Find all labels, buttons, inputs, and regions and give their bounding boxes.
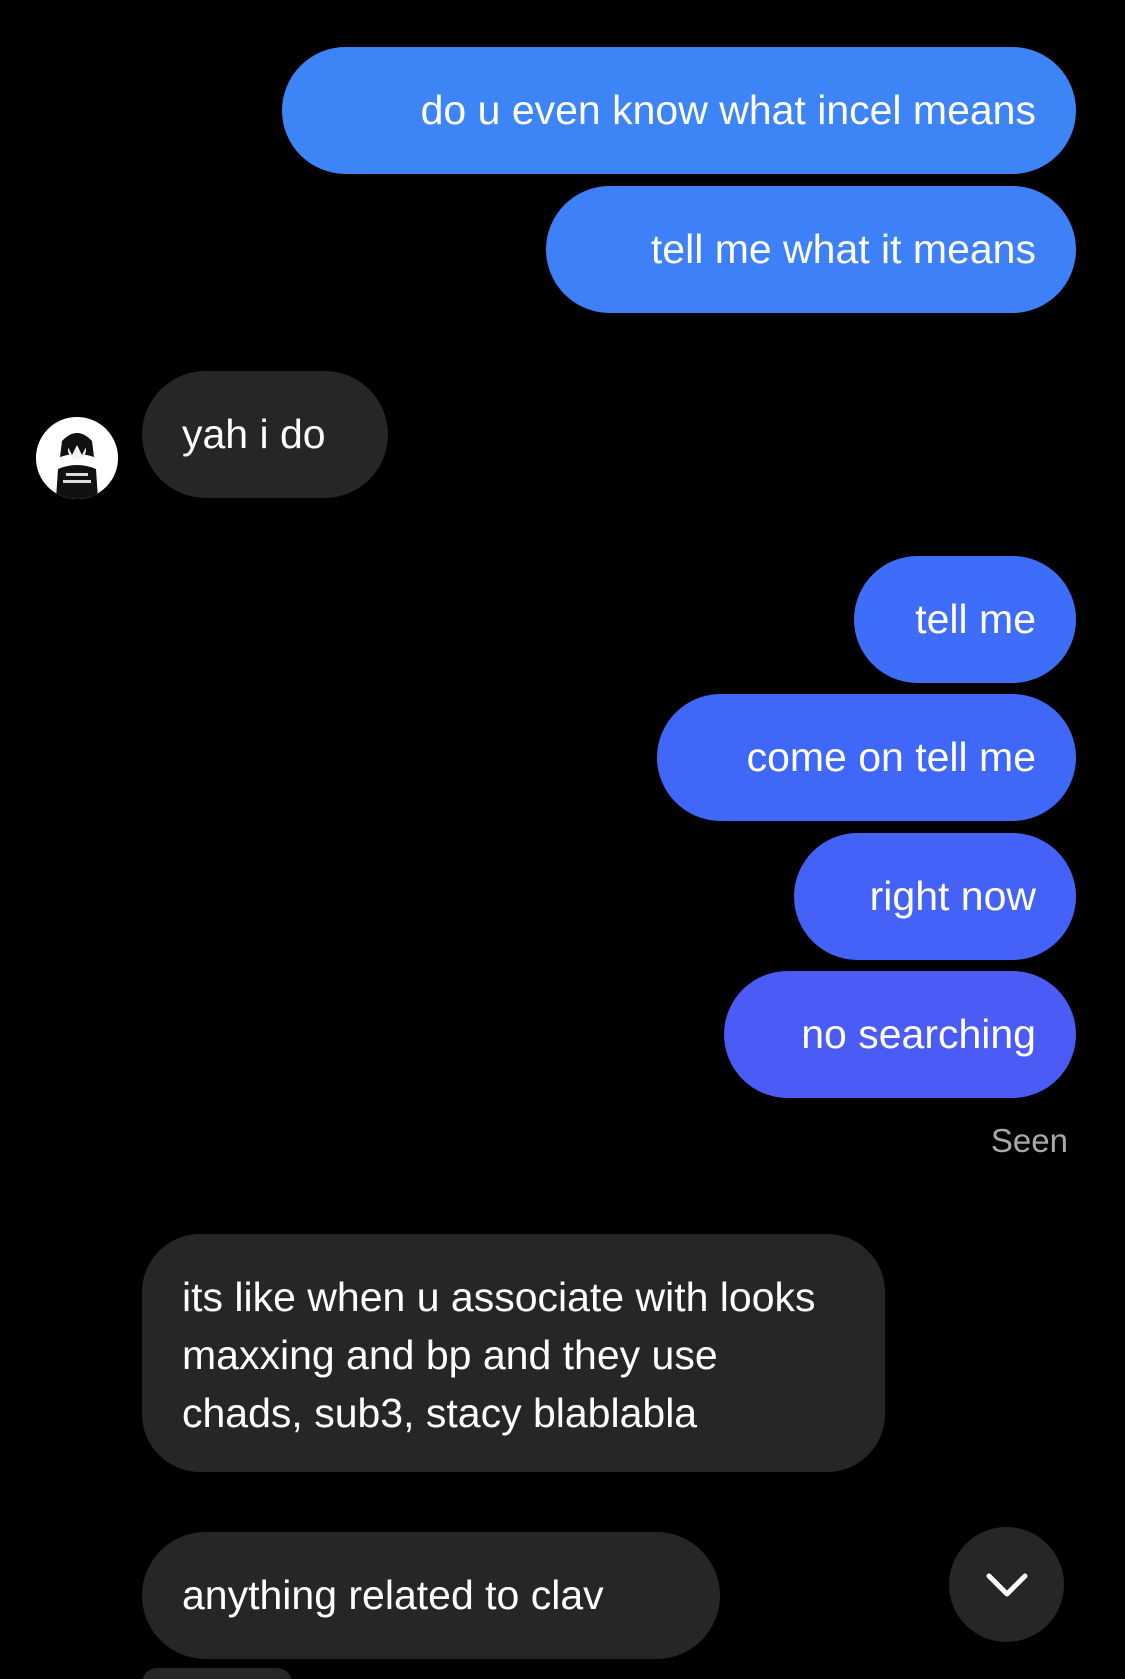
received-message[interactable]: yah i do: [142, 371, 388, 498]
partial-received-message: [142, 1668, 292, 1679]
received-message[interactable]: anything related to clav: [142, 1532, 720, 1659]
sent-message[interactable]: tell me what it means: [546, 186, 1076, 313]
chevron-down-icon: [986, 1573, 1027, 1596]
sent-message[interactable]: right now: [794, 833, 1076, 960]
sent-message[interactable]: do u even know what incel means: [282, 47, 1076, 174]
sent-message[interactable]: tell me: [854, 556, 1076, 683]
contact-avatar[interactable]: [36, 417, 118, 499]
received-message[interactable]: its like when u associate with looks max…: [142, 1234, 885, 1472]
sent-message[interactable]: come on tell me: [657, 694, 1076, 821]
seen-status: Seen: [990, 1122, 1068, 1159]
avatar-image-icon: [36, 417, 118, 499]
sent-message[interactable]: no searching: [724, 971, 1076, 1098]
chat-screen: do u even know what incel means tell me …: [0, 0, 1125, 1679]
scroll-to-bottom-button[interactable]: [949, 1527, 1064, 1642]
